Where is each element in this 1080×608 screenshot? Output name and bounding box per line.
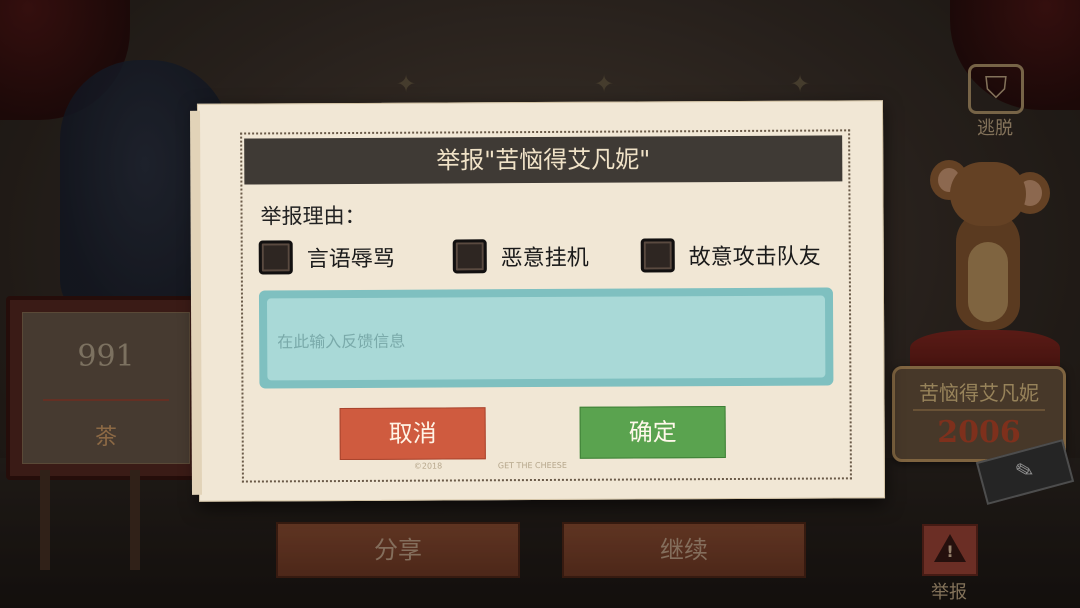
checkbox[interactable]: [452, 239, 487, 274]
feedback-box: [258, 287, 834, 389]
confirm-button[interactable]: 确定: [579, 406, 726, 459]
option-label: 言语辱骂: [306, 246, 395, 273]
option-afk[interactable]: 恶意挂机: [452, 238, 589, 275]
copyright-text: ©2018: [413, 461, 443, 471]
game-screen: ✦ ✦ ✦ ⛉ 逃脱 苦恼得艾凡妮 2006 ✎ 991 茶 分享 继续 ! 举…: [0, 0, 1080, 608]
checkbox[interactable]: [640, 238, 675, 273]
option-label: 故意攻击队友: [688, 244, 821, 271]
checkbox[interactable]: [258, 240, 293, 275]
feedback-input[interactable]: [266, 295, 826, 381]
option-verbal-abuse[interactable]: 言语辱骂: [258, 239, 395, 276]
game-title-text: GET THE CHEESE: [497, 460, 567, 471]
option-team-attack[interactable]: 故意攻击队友: [640, 237, 821, 274]
reason-label: 举报理由：: [260, 203, 366, 229]
cancel-button[interactable]: 取消: [339, 407, 486, 461]
dialog-title: 举报"苦恼得艾凡妮": [244, 135, 843, 185]
report-dialog: 举报"苦恼得艾凡妮" 举报理由： 言语辱骂 恶意挂机 故意攻击队友 取消 确定 …: [196, 100, 886, 502]
option-label: 恶意挂机: [500, 245, 589, 272]
